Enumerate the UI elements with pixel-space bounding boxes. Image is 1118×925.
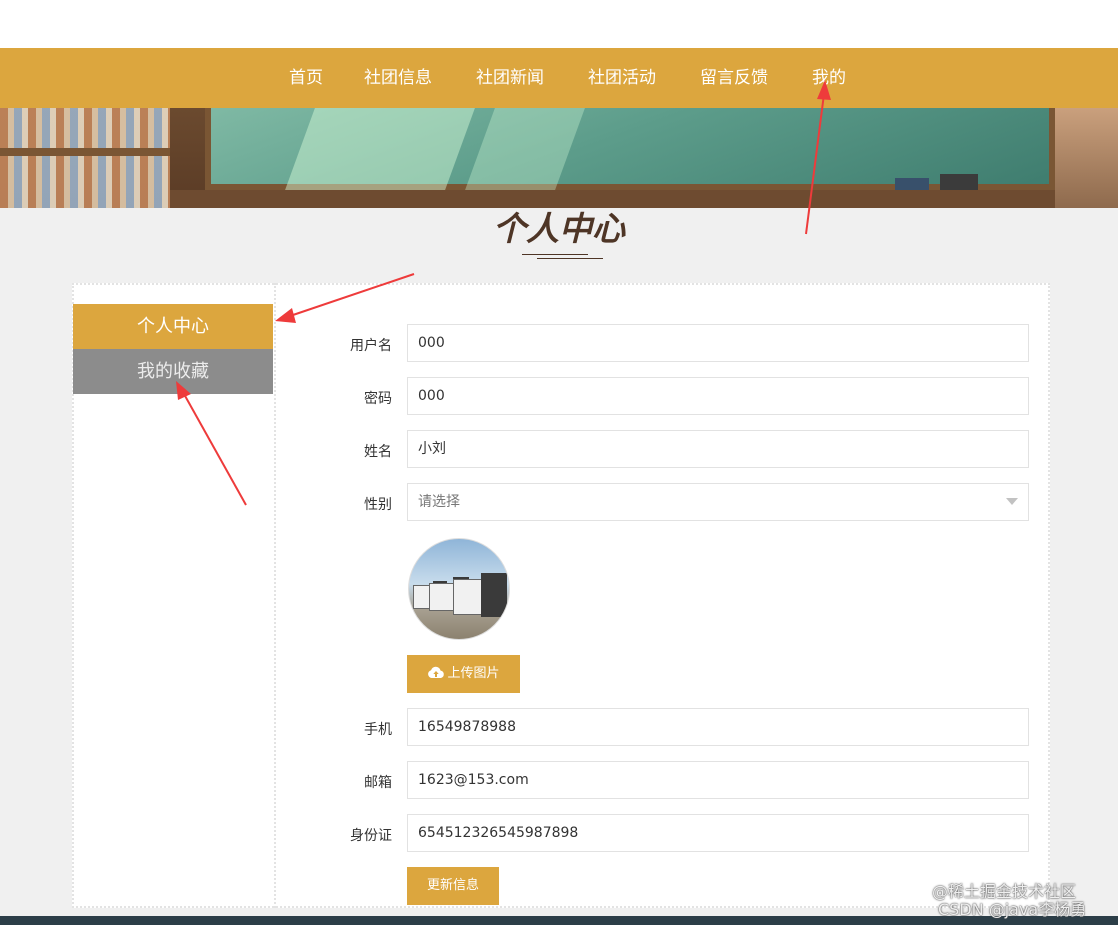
arrow-head (176, 381, 191, 400)
arrow-to-favorites (183, 393, 247, 506)
arrow-head (817, 80, 831, 100)
arrow-to-mine (805, 93, 825, 235)
annotation-arrows (176, 80, 831, 506)
arrow-to-profile (289, 273, 415, 317)
arrow-head (275, 308, 296, 323)
